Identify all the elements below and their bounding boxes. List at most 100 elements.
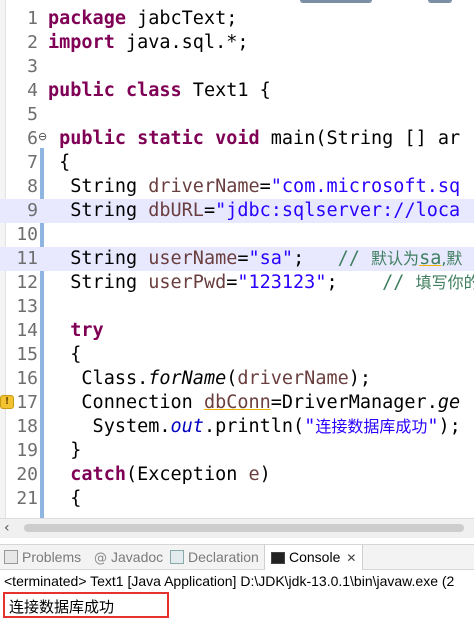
line-number: 10 — [16, 224, 38, 245]
code-line[interactable]: 21 { — [0, 487, 474, 511]
code-token: catch — [70, 464, 126, 485]
code-line[interactable]: 18 System.out.println("连接数据库成功"); — [0, 415, 474, 439]
close-icon[interactable]: ✕ — [346, 551, 356, 565]
code-text: { — [48, 151, 70, 175]
code-token: ,默 — [441, 249, 463, 268]
code-token: public — [48, 80, 115, 101]
code-text: String dbURL="jdbc:sqlserver://loca — [48, 199, 460, 223]
console-panel[interactable]: <terminated> Text1 [Java Application] D:… — [0, 570, 474, 637]
code-editor[interactable]: 1 package jabcText; 2 import java.sql.*; 3 4 p… — [0, 0, 474, 522]
tab-javadoc[interactable]: @ Javadoc — [94, 545, 163, 570]
code-token: driverName — [148, 176, 260, 197]
tab-declaration[interactable]: Declaration — [170, 545, 259, 570]
console-header: <terminated> Text1 [Java Application] D:… — [4, 573, 455, 589]
code-text: package jabcText; — [48, 7, 237, 31]
code-token: ); — [438, 416, 461, 437]
code-token: class — [125, 80, 182, 101]
line-number: 16 — [16, 368, 38, 389]
code-line[interactable]: 13 — [0, 295, 474, 319]
code-line[interactable]: 6 ⊖ public static void main(String [] ar — [0, 127, 474, 151]
code-token: package — [48, 8, 126, 29]
line-number: 6 — [27, 128, 38, 149]
code-text: public static void main(String [] ar — [48, 127, 460, 151]
code-token: = — [237, 248, 249, 269]
code-line[interactable]: 9 String dbURL="jdbc:sqlserver://loca — [0, 199, 474, 223]
code-token: userPwd — [148, 272, 227, 293]
code-token: Connection — [48, 392, 204, 413]
editor-tab-edge — [428, 0, 452, 3]
code-token: static — [137, 128, 204, 149]
code-text: { — [48, 343, 81, 367]
code-token: ( — [226, 368, 238, 389]
code-line[interactable]: 14 try — [0, 319, 474, 343]
console-icon — [271, 552, 285, 564]
line-number: 19 — [16, 440, 38, 461]
code-line[interactable]: 19 } — [0, 439, 474, 463]
code-line[interactable]: 10 — [0, 223, 474, 247]
code-text: import java.sql.*; — [48, 31, 248, 55]
code-token: void — [215, 128, 260, 149]
code-line[interactable]: 3 — [0, 55, 474, 79]
line-number: 4 — [27, 80, 38, 101]
console-output-box: 连接数据库成功 — [3, 592, 169, 618]
scroll-left-arrow-icon[interactable]: ‹ — [4, 520, 18, 536]
code-line[interactable]: 20 catch(Exception e) — [0, 463, 474, 487]
code-line[interactable]: 12 String userPwd="123123"; // 填写你的 — [0, 271, 474, 295]
code-text: public class Text1 { — [48, 79, 271, 103]
line-number: 14 — [16, 320, 38, 341]
code-token: jabcText; — [125, 8, 238, 29]
tab-problems-label: Problems — [22, 549, 82, 565]
code-token: 填写你的 — [415, 273, 474, 292]
code-text: Connection dbConn=DriverManager.ge — [48, 391, 460, 415]
code-line[interactable]: 1 package jabcText; — [0, 7, 474, 31]
code-line[interactable]: 8 String driverName="com.microsoft.sq — [0, 175, 474, 199]
code-text: catch(Exception e) — [48, 463, 271, 487]
line-number: 3 — [27, 56, 38, 77]
console-output-text: 连接数据库成功 — [9, 598, 115, 616]
code-token: // — [337, 248, 372, 269]
line-number: 11 — [16, 248, 38, 269]
code-token: "jdbc:sqlserver://loca — [215, 200, 461, 221]
line-number: 1 — [27, 8, 38, 29]
code-token: userName — [148, 248, 238, 269]
code-token: e — [248, 464, 260, 485]
code-token: ) — [259, 464, 271, 485]
code-token: dbConn — [203, 392, 271, 413]
line-number: 5 — [27, 104, 38, 125]
code-line[interactable]: 16 Class.forName(driverName); — [0, 367, 474, 391]
warning-marker-icon[interactable]: ! — [0, 395, 14, 409]
line-number: 15 — [16, 344, 38, 365]
code-token: "com.microsoft.sq — [270, 176, 461, 197]
line-number: 18 — [16, 416, 38, 437]
code-text: } — [48, 439, 81, 463]
horizontal-scrollbar[interactable]: ‹ — [0, 518, 474, 538]
code-token: = — [226, 272, 238, 293]
code-token: String — [48, 248, 149, 269]
code-token: 连接数据库成功 — [315, 417, 428, 436]
tab-javadoc-label: Javadoc — [111, 549, 164, 565]
code-line[interactable]: 5 — [0, 103, 474, 127]
code-line[interactable]: 7 { — [0, 151, 474, 175]
line-number: 12 — [16, 272, 38, 293]
code-text: String driverName="com.microsoft.sq — [48, 175, 460, 199]
code-token: try — [70, 320, 104, 341]
scroll-thumb[interactable] — [24, 524, 464, 532]
code-line[interactable]: 15 { — [0, 343, 474, 367]
code-token: 默认为 — [371, 249, 420, 268]
fold-toggle-icon[interactable]: ⊖ — [38, 130, 47, 143]
line-number: 8 — [27, 176, 38, 197]
code-line[interactable]: 17! Connection dbConn=DriverManager.ge — [0, 391, 474, 415]
code-line[interactable]: 4 public class Text1 { — [0, 79, 474, 103]
editor-tab-edge — [300, 0, 372, 3]
code-text: try — [48, 319, 104, 343]
code-text: String userName="sa"; // 默认为sa,默 — [48, 247, 462, 271]
tab-console[interactable]: Console ✕ — [264, 545, 364, 570]
code-token: // — [382, 272, 416, 293]
views-tab-bar: Problems @ Javadoc Declaration Console ✕ — [0, 544, 474, 570]
tab-problems[interactable]: Problems — [4, 545, 81, 570]
code-line[interactable]: 2 import java.sql.*; — [0, 31, 474, 55]
tab-declaration-label: Declaration — [188, 549, 259, 565]
code-line[interactable]: 11 String userName="sa"; // 默认为sa,默 — [0, 247, 474, 271]
